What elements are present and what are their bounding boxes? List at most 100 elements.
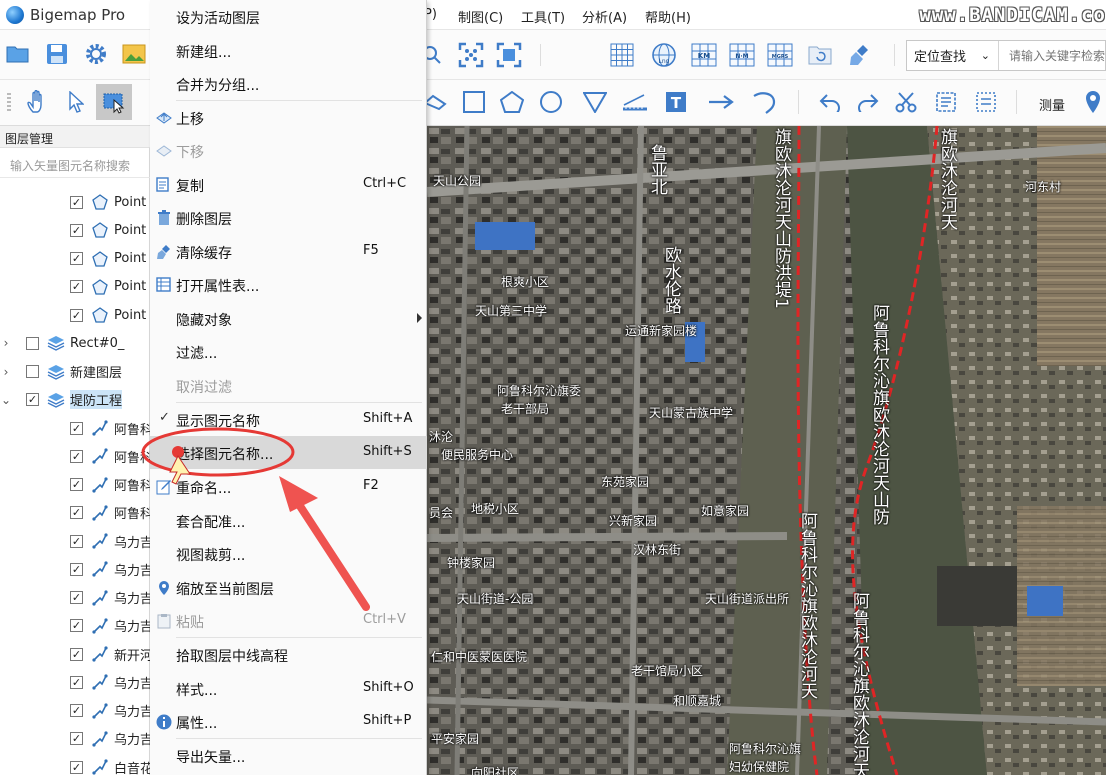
context-menu-item[interactable]: 过滤... [150, 335, 427, 368]
context-menu-item[interactable]: 新建组... [150, 34, 427, 67]
layer-visibility-checkbox[interactable]: ✓ [70, 534, 83, 548]
layer-visibility-checkbox[interactable]: ✓ [70, 506, 83, 520]
layer-visibility-checkbox[interactable]: ✓ [70, 421, 83, 435]
layer-tree-row[interactable]: › 新建图层 [0, 358, 150, 386]
open-folder-icon[interactable] [4, 40, 32, 68]
layer-visibility-checkbox[interactable]: ✓ [70, 562, 83, 576]
layer-tree-row[interactable]: ✓ 乌力吉 [0, 725, 150, 753]
layer-tree-row[interactable]: ✓ 乌力吉 [0, 612, 150, 640]
edit-document-icon[interactable] [932, 88, 960, 116]
satellite-map-view[interactable]: 天山公园 鲁亚北 根爽小区 天山第三中学 欧水伦路 运通新家园楼 阿鲁科尔沁旗委 老干部局 天山… [427, 126, 1106, 775]
layer-tree-row[interactable]: ✓ 阿鲁科 [0, 499, 150, 527]
select-region-icon[interactable] [96, 84, 132, 120]
draw-rectangle-icon[interactable] [460, 88, 488, 116]
layer-tree-row[interactable]: ✓ Point [0, 245, 150, 273]
undo-icon[interactable] [816, 88, 844, 116]
zoom-extent-icon[interactable] [456, 40, 486, 70]
context-menu-item[interactable]: 复制 Ctrl+C [150, 168, 427, 201]
dashed-list-icon[interactable] [972, 88, 1000, 116]
measure-ruler-icon[interactable] [620, 88, 650, 116]
layer-tree-row[interactable]: ✓ 阿鲁科 [0, 442, 150, 470]
text-tool-icon[interactable]: T [662, 88, 690, 116]
context-menu-item[interactable]: 删除图层 [150, 201, 427, 234]
layer-tree-row[interactable]: ✓ 阿鲁科 [0, 414, 150, 442]
grid-icon[interactable] [608, 41, 636, 69]
layer-tree-row[interactable]: ✓ 乌力吉 [0, 584, 150, 612]
layer-tree-row[interactable]: ✓ 白音花 [0, 753, 150, 775]
nm-grid-icon[interactable]: N·M [728, 41, 756, 69]
layer-tree-row[interactable]: ✓ 新开河 [0, 640, 150, 668]
chevron-right-icon[interactable]: › [0, 336, 12, 350]
context-menu-item[interactable]: 套合配准... [150, 504, 427, 537]
layer-visibility-checkbox[interactable]: ✓ [70, 223, 83, 237]
context-menu-item[interactable]: 重命名... F2 [150, 470, 427, 503]
menu-1[interactable]: 制图(C) [458, 7, 503, 26]
folder-refresh-icon[interactable] [806, 41, 834, 69]
context-menu-item[interactable]: 样式... Shift+O [150, 672, 427, 705]
menu-3[interactable]: 分析(A) [582, 7, 627, 26]
layer-visibility-checkbox[interactable] [26, 336, 39, 350]
layer-visibility-checkbox[interactable]: ✓ [70, 760, 83, 774]
draw-circle-icon[interactable] [536, 88, 566, 116]
menu-2[interactable]: 工具(T) [521, 7, 565, 26]
locate-mode-select[interactable]: 定位查找 ⌄ [907, 41, 999, 70]
context-menu-item[interactable]: 导出矢量... [150, 739, 427, 772]
context-menu-item[interactable]: 清除缓存 F5 [150, 235, 427, 268]
draw-sector-icon[interactable] [580, 88, 610, 116]
menu-4[interactable]: 帮助(H) [645, 7, 691, 26]
context-menu-item[interactable]: 上移 [150, 101, 427, 134]
layer-visibility-checkbox[interactable]: ✓ [70, 675, 83, 689]
select-arrow-icon[interactable] [60, 86, 92, 118]
context-menu-item[interactable]: 打开属性表... [150, 268, 427, 301]
layer-visibility-checkbox[interactable]: ✓ [26, 393, 39, 407]
redo-icon[interactable] [854, 88, 882, 116]
layer-visibility-checkbox[interactable]: ✓ [70, 732, 83, 746]
zoom-search-icon[interactable] [424, 42, 444, 68]
context-menu-item[interactable]: 粘贴 Ctrl+V [150, 604, 427, 637]
layer-search-input[interactable]: 输入矢量图元名称搜索 [0, 148, 150, 178]
full-extent-icon[interactable] [494, 40, 524, 70]
scissors-cut-icon[interactable] [892, 88, 920, 116]
layer-visibility-checkbox[interactable]: ✓ [70, 478, 83, 491]
layer-tree-row[interactable]: ✓ 乌力吉 [0, 697, 150, 725]
draw-curve-icon[interactable] [750, 88, 780, 118]
settings-gear-icon[interactable] [82, 40, 110, 68]
mgrs-grid-icon[interactable]: MGRS [766, 41, 794, 69]
layer-tree-row[interactable]: ✓ Point [0, 301, 150, 329]
context-menu-item[interactable]: 隐藏对象 [150, 302, 427, 335]
layer-visibility-checkbox[interactable]: ✓ [70, 619, 83, 633]
context-menu-item[interactable]: 属性... Shift+P [150, 705, 427, 738]
location-pin-icon[interactable] [1082, 88, 1104, 116]
context-menu-item[interactable]: 视图裁剪... [150, 537, 427, 570]
layer-tree-row[interactable]: › Rect#0_ [0, 329, 150, 357]
chevron-down-icon[interactable]: ⌄ [0, 393, 12, 407]
layer-tree-row[interactable]: ✓ 乌力吉 [0, 527, 150, 555]
context-menu-item[interactable]: 合并为分组... [150, 67, 427, 100]
context-menu-item[interactable]: 选择图元名称... Shift+S [150, 436, 427, 469]
layer-tree-row[interactable]: ✓ 乌力吉 [0, 555, 150, 583]
context-menu-item[interactable]: 下移 [150, 134, 427, 167]
lng-lat-grid-icon[interactable]: Lng [650, 41, 678, 69]
layer-tree-row[interactable]: ✓ 阿鲁科 [0, 471, 150, 499]
draw-arrow-icon[interactable] [706, 88, 738, 116]
chevron-right-icon[interactable]: › [0, 365, 12, 379]
keyword-search-input[interactable] [999, 48, 1105, 63]
layer-visibility-checkbox[interactable] [26, 365, 39, 378]
layer-visibility-checkbox[interactable]: ✓ [70, 449, 83, 463]
layer-visibility-checkbox[interactable]: ✓ [70, 308, 83, 322]
save-icon[interactable] [43, 40, 71, 68]
draw-polygon-icon[interactable] [498, 88, 526, 116]
context-menu-item[interactable]: 缩放至当前图层 [150, 571, 427, 604]
layer-tree-row[interactable]: ✓ 乌力吉 [0, 668, 150, 696]
context-menu-item[interactable]: 设为活动图层 [150, 0, 427, 33]
layer-tree-row[interactable]: ⌄ ✓ 堤防工程 [0, 386, 150, 414]
layer-visibility-checkbox[interactable]: ✓ [70, 280, 83, 294]
km-grid-icon[interactable]: KM [690, 41, 718, 69]
layer-visibility-checkbox[interactable]: ✓ [70, 704, 83, 717]
layer-visibility-checkbox[interactable]: ✓ [70, 252, 83, 265]
layer-tree-row[interactable]: ✓ Point [0, 216, 150, 244]
layer-visibility-checkbox[interactable]: ✓ [70, 195, 83, 209]
layer-visibility-checkbox[interactable]: ✓ [70, 591, 83, 604]
clear-brush-icon[interactable] [846, 41, 874, 69]
image-icon[interactable] [120, 40, 148, 68]
